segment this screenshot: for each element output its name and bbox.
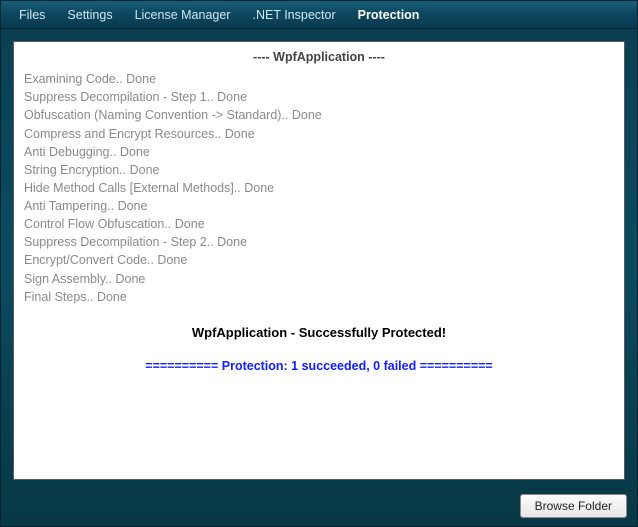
log-line: Examining Code.. Done	[24, 70, 614, 88]
menu-files[interactable]: Files	[9, 4, 55, 26]
log-header: ---- WpfApplication ----	[24, 48, 614, 66]
browse-folder-button[interactable]: Browse Folder	[520, 494, 627, 518]
log-line: Sign Assembly.. Done	[24, 270, 614, 288]
log-line: Final Steps.. Done	[24, 288, 614, 306]
log-line: Suppress Decompilation - Step 2.. Done	[24, 233, 614, 251]
content-area: ---- WpfApplication ---- Examining Code.…	[1, 29, 637, 492]
menubar: Files Settings License Manager .NET Insp…	[1, 1, 637, 29]
log-line: String Encryption.. Done	[24, 161, 614, 179]
log-line: Suppress Decompilation - Step 1.. Done	[24, 88, 614, 106]
log-line: Compress and Encrypt Resources.. Done	[24, 125, 614, 143]
success-message: WpfApplication - Successfully Protected!	[24, 324, 614, 343]
summary-line: ========== Protection: 1 succeeded, 0 fa…	[24, 357, 614, 375]
log-line: Encrypt/Convert Code.. Done	[24, 251, 614, 269]
log-line: Control Flow Obfuscation.. Done	[24, 215, 614, 233]
menu-protection[interactable]: Protection	[348, 4, 430, 26]
menu-license-manager[interactable]: License Manager	[125, 4, 241, 26]
footer: Browse Folder	[1, 492, 637, 526]
log-line: Obfuscation (Naming Convention -> Standa…	[24, 106, 614, 124]
menu-net-inspector[interactable]: .NET Inspector	[242, 4, 345, 26]
log-line: Anti Debugging.. Done	[24, 143, 614, 161]
app-window: Files Settings License Manager .NET Insp…	[0, 0, 638, 527]
log-line: Hide Method Calls [External Methods].. D…	[24, 179, 614, 197]
menu-settings[interactable]: Settings	[57, 4, 122, 26]
log-panel: ---- WpfApplication ---- Examining Code.…	[13, 41, 625, 480]
log-line: Anti Tampering.. Done	[24, 197, 614, 215]
